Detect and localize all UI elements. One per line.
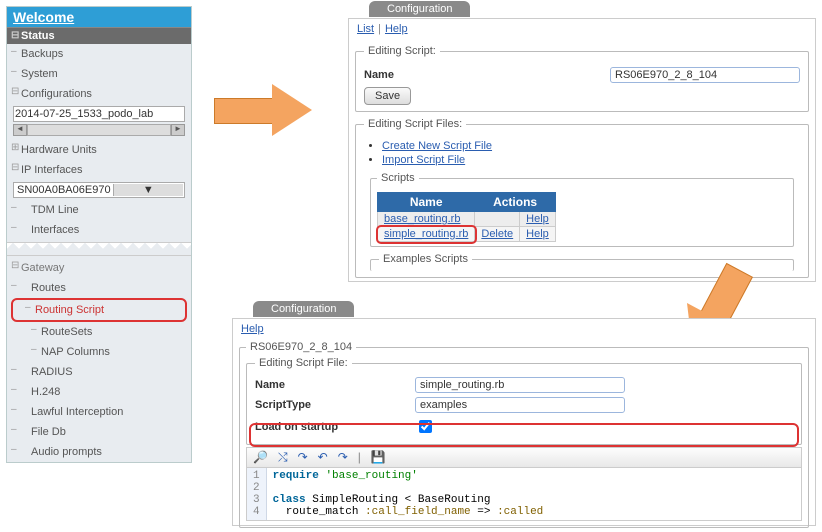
ip-interface-select[interactable]: SN00A0BA06E970▼: [13, 182, 185, 198]
sidebar-item-backups[interactable]: –Backups: [7, 44, 191, 64]
sidebar-item-radius[interactable]: –RADIUS: [7, 362, 191, 382]
sidebar-item-audio[interactable]: –Audio prompts: [7, 442, 191, 462]
sidebar-item-ip[interactable]: ⊟IP Interfaces: [7, 160, 191, 180]
code-source[interactable]: require require 'base_routing''base_rout…: [267, 468, 550, 520]
script-file-legend: Editing Script File:: [255, 357, 352, 369]
save-icon[interactable]: 💾: [371, 450, 386, 465]
code-editor[interactable]: 1234 require require 'base_routing''base…: [246, 468, 802, 521]
script-name-field[interactable]: RS06E970_2_8_104: [610, 67, 800, 83]
chevron-down-icon: ▼: [113, 184, 183, 196]
editing-script-legend: Editing Script:: [364, 45, 440, 57]
scripts-legend: Scripts: [377, 172, 419, 184]
sidebar-item-routing-script[interactable]: –Routing Script: [11, 298, 187, 322]
delete-link[interactable]: Delete: [481, 228, 513, 240]
replace-icon[interactable]: ⤭: [278, 450, 288, 465]
help-link[interactable]: Help: [526, 213, 549, 225]
th-name: Name: [378, 193, 475, 212]
file-name-label: Name: [255, 379, 415, 391]
examples-legend: Examples Scripts: [379, 253, 472, 265]
th-actions: Actions: [475, 193, 555, 212]
config-panel-top: Configuration List|Help Editing Script: …: [348, 18, 816, 282]
script-type-field[interactable]: examples: [415, 397, 625, 413]
sidebar-item-system[interactable]: –System: [7, 64, 191, 84]
arrow-right-icon: [210, 80, 320, 140]
create-script-link[interactable]: Create New Script File: [382, 140, 492, 152]
sidebar-item-filedb[interactable]: –File Db: [7, 422, 191, 442]
sidebar-item-routes[interactable]: –Routes: [7, 278, 191, 298]
script-link-base[interactable]: base_routing.rb: [384, 213, 460, 225]
sidebar-item-tdm[interactable]: –TDM Line: [7, 200, 191, 220]
line-gutter: 1234: [247, 468, 267, 520]
editor-toolbar: 🔎 ⤭ ↷ ↶ ↷ | 💾: [246, 447, 802, 468]
find-icon[interactable]: 🔎: [253, 450, 268, 465]
sidebar-item-gateway[interactable]: ⊟Gateway: [7, 258, 191, 278]
import-script-link[interactable]: Import Script File: [382, 154, 465, 166]
goto-icon[interactable]: ↷: [298, 450, 308, 465]
file-name-field[interactable]: simple_routing.rb: [415, 377, 625, 393]
tab-configuration[interactable]: Configuration: [253, 301, 354, 317]
config-select[interactable]: 2014-07-25_1533_podo_lab: [13, 106, 185, 122]
tab-configuration[interactable]: Configuration: [369, 1, 470, 17]
config-scrollbar[interactable]: ◄►: [13, 124, 185, 136]
crumb-help[interactable]: Help: [241, 323, 264, 335]
scripts-table: NameActions base_routing.rb Help simple_…: [377, 192, 556, 242]
script-outer-group: RS06E970_2_8_104 Editing Script File: Na…: [239, 341, 809, 528]
breadcrumb: List|Help: [349, 19, 815, 39]
sidebar-item-routesets[interactable]: –RouteSets: [7, 322, 191, 342]
redo-icon[interactable]: ↷: [338, 450, 348, 465]
sidebar-item-hardware[interactable]: ⊞Hardware Units: [7, 140, 191, 160]
crumb-help[interactable]: Help: [385, 23, 408, 35]
script-link-simple[interactable]: simple_routing.rb: [384, 228, 468, 240]
crumb-list[interactable]: List: [357, 23, 374, 35]
config-panel-bottom: Configuration Help RS06E970_2_8_104 Edit…: [232, 318, 816, 526]
highlight-box: [249, 423, 799, 447]
name-label: Name: [364, 69, 474, 81]
editing-script-group: Editing Script: Name RS06E970_2_8_104 Sa…: [355, 45, 809, 112]
sidebar: Welcome ⊟Status –Backups –System ⊟Config…: [6, 6, 192, 463]
script-file-group: Editing Script File: Namesimple_routing.…: [246, 357, 802, 445]
editing-files-legend: Editing Script Files:: [364, 118, 466, 130]
torn-divider: [7, 242, 191, 256]
welcome-link[interactable]: Welcome: [7, 7, 191, 28]
scripts-group: Scripts NameActions base_routing.rb Help…: [370, 172, 794, 247]
sidebar-item-configurations[interactable]: ⊟Configurations: [7, 84, 191, 104]
editing-files-group: Editing Script Files: Create New Script …: [355, 118, 809, 278]
sidebar-item-lawful[interactable]: –Lawful Interception: [7, 402, 191, 422]
help-link[interactable]: Help: [526, 228, 549, 240]
sidebar-item-napcols[interactable]: –NAP Columns: [7, 342, 191, 362]
undo-icon[interactable]: ↶: [318, 450, 328, 465]
delete-cell: [475, 212, 520, 227]
script-outer-legend: RS06E970_2_8_104: [246, 341, 356, 353]
script-type-label: ScriptType: [255, 399, 415, 411]
sidebar-item-h248[interactable]: –H.248: [7, 382, 191, 402]
sidebar-item-status[interactable]: ⊟Status: [7, 28, 191, 44]
table-row: simple_routing.rb Delete Help: [378, 227, 556, 242]
save-button[interactable]: Save: [364, 87, 411, 105]
table-row: base_routing.rb Help: [378, 212, 556, 227]
sidebar-item-interfaces[interactable]: –Interfaces: [7, 220, 191, 240]
